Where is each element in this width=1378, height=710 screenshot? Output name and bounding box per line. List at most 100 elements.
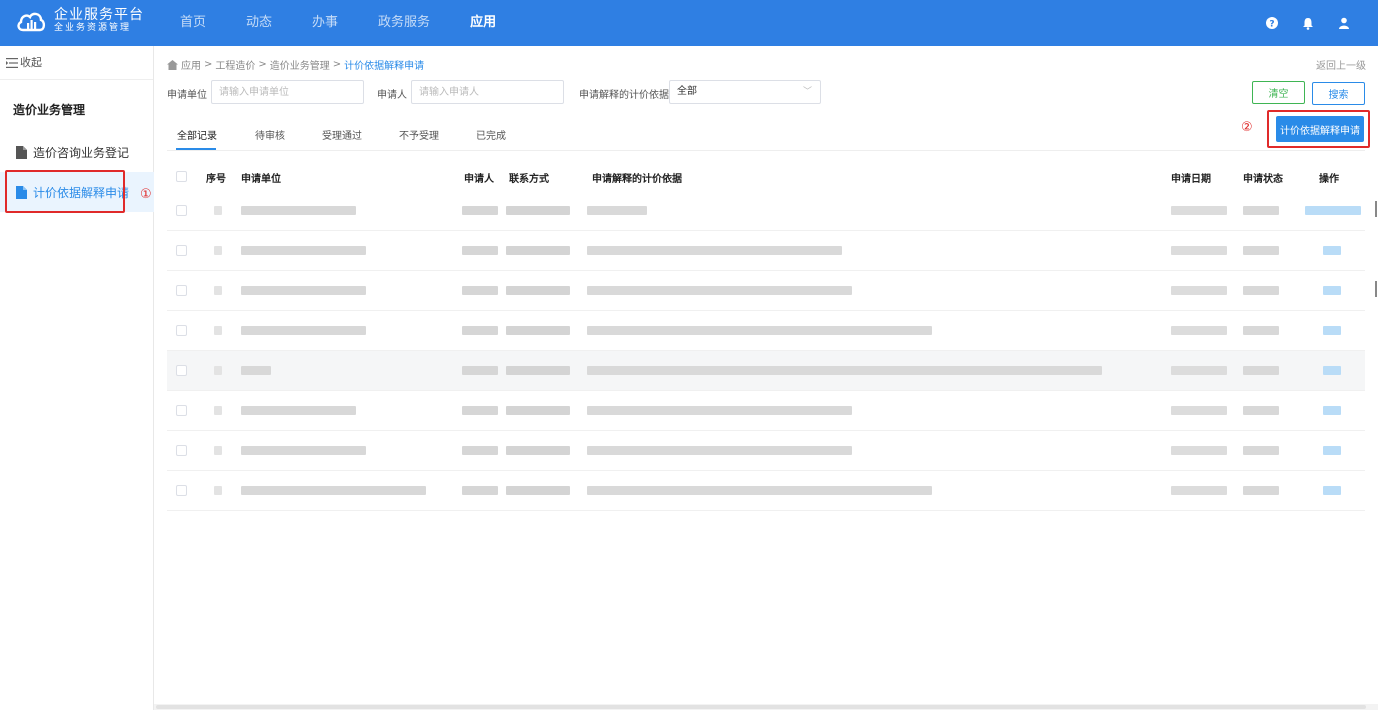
breadcrumb-item-apps[interactable]: 应用 — [181, 57, 201, 72]
annotation-1: ① — [140, 187, 152, 202]
bell-icon[interactable] — [1300, 15, 1316, 31]
row-date-redacted — [1171, 246, 1227, 255]
breadcrumb-item-current: 计价依据解释申请 — [344, 61, 425, 72]
row-contact-redacted — [506, 486, 570, 495]
highlight-box-apply — [1267, 110, 1370, 148]
table-row[interactable] — [167, 351, 1365, 391]
row-index-redacted — [214, 206, 222, 215]
home-icon — [167, 59, 178, 70]
sidebar-item-cost-consulting-registration[interactable]: 造价咨询业务登记 — [0, 132, 154, 172]
top-header: 企业服务平台 全业务资源管理 首页 动态 办事 政务服务 应用 ? — [0, 0, 1378, 46]
applicant-input[interactable] — [411, 80, 564, 104]
table-row[interactable] — [167, 231, 1365, 271]
table-row[interactable] — [167, 311, 1365, 351]
nav-services[interactable]: 办事 — [312, 0, 338, 46]
tab-completed[interactable]: 已完成 — [476, 127, 506, 142]
breadcrumb-separator: > — [258, 59, 267, 70]
row-checkbox[interactable] — [176, 245, 187, 256]
logo[interactable]: 企业服务平台 全业务资源管理 — [16, 8, 144, 36]
sidebar-section-title: 造价业务管理 — [13, 103, 86, 117]
help-icon[interactable]: ? — [1264, 15, 1280, 31]
horizontal-scrollbar[interactable] — [154, 704, 1378, 710]
row-action-link[interactable] — [1323, 446, 1341, 455]
breadcrumb-item-cost-business[interactable]: 造价业务管理 — [270, 57, 330, 72]
search-button[interactable]: 搜索 — [1312, 82, 1365, 105]
row-applicant-redacted — [462, 366, 498, 375]
col-contact: 联系方式 — [509, 174, 549, 185]
collapse-toggle[interactable]: 收起 — [0, 46, 153, 80]
sidebar-item-label: 造价咨询业务登记 — [33, 145, 130, 160]
scroll-marker — [1375, 281, 1377, 297]
menu-collapse-icon — [6, 57, 18, 68]
row-contact-redacted — [506, 246, 570, 255]
tab-accepted[interactable]: 受理通过 — [322, 127, 362, 142]
sidebar: 收起 造价业务管理 造价咨询业务登记 计价依据解释申请 — [0, 46, 154, 710]
row-action-link[interactable] — [1323, 326, 1341, 335]
row-checkbox[interactable] — [176, 285, 187, 296]
row-unit-redacted — [241, 246, 366, 255]
row-action-link[interactable] — [1323, 246, 1341, 255]
row-checkbox[interactable] — [176, 365, 187, 376]
nav-news[interactable]: 动态 — [246, 0, 272, 46]
active-tab-indicator — [176, 148, 216, 150]
back-link[interactable]: 返回上一级 — [1316, 57, 1366, 72]
row-applicant-redacted — [462, 326, 498, 335]
document-icon — [16, 145, 27, 159]
scrollbar-thumb[interactable] — [156, 705, 1366, 709]
row-action-link[interactable] — [1305, 206, 1361, 215]
row-status-redacted — [1243, 366, 1279, 375]
row-action-link[interactable] — [1323, 406, 1341, 415]
nav-apps[interactable]: 应用 — [470, 0, 496, 46]
applicant-label: 申请人 — [377, 90, 407, 101]
clear-button[interactable]: 清空 — [1252, 81, 1305, 104]
unit-label: 申请单位 — [167, 90, 207, 101]
row-basis-redacted — [587, 446, 852, 455]
row-contact-redacted — [506, 326, 570, 335]
select-all-checkbox[interactable] — [176, 171, 187, 182]
row-action-link[interactable] — [1323, 366, 1341, 375]
row-action-link[interactable] — [1323, 486, 1341, 495]
table-row[interactable] — [167, 391, 1365, 431]
unit-input[interactable] — [211, 80, 364, 104]
row-status-redacted — [1243, 246, 1279, 255]
basis-select[interactable]: 全部 ﹀ — [669, 80, 821, 104]
row-date-redacted — [1171, 286, 1227, 295]
row-status-redacted — [1243, 286, 1279, 295]
annotation-2: ② — [1241, 120, 1253, 135]
row-index-redacted — [214, 326, 222, 335]
row-checkbox[interactable] — [176, 405, 187, 416]
table-row[interactable] — [167, 271, 1365, 311]
tab-rejected[interactable]: 不予受理 — [399, 127, 439, 142]
row-applicant-redacted — [462, 206, 498, 215]
collapse-label: 收起 — [20, 55, 42, 69]
row-checkbox[interactable] — [176, 205, 187, 216]
user-icon[interactable] — [1336, 15, 1352, 31]
nav-home[interactable]: 首页 — [180, 0, 206, 46]
row-checkbox[interactable] — [176, 445, 187, 456]
col-date: 申请日期 — [1171, 174, 1211, 185]
breadcrumb-separator: > — [204, 59, 213, 70]
basis-select-value: 全部 — [677, 86, 697, 97]
row-index-redacted — [214, 406, 222, 415]
col-applicant: 申请人 — [464, 174, 494, 185]
row-index-redacted — [214, 366, 222, 375]
table-row[interactable] — [167, 431, 1365, 471]
tab-all-records[interactable]: 全部记录 — [177, 127, 217, 142]
col-basis: 申请解释的计价依据 — [592, 174, 682, 185]
row-basis-redacted — [587, 246, 842, 255]
table-row[interactable] — [167, 471, 1365, 511]
row-date-redacted — [1171, 446, 1227, 455]
breadcrumb-item-engineering-cost[interactable]: 工程造价 — [215, 57, 255, 72]
row-date-redacted — [1171, 206, 1227, 215]
row-action-link[interactable] — [1323, 286, 1341, 295]
tab-pending-review[interactable]: 待审核 — [255, 127, 285, 142]
row-applicant-redacted — [462, 406, 498, 415]
row-checkbox[interactable] — [176, 485, 187, 496]
basis-label: 申请解释的计价依据 — [579, 90, 669, 101]
nav-gov-services[interactable]: 政务服务 — [378, 0, 430, 46]
row-checkbox[interactable] — [176, 325, 187, 336]
row-contact-redacted — [506, 446, 570, 455]
table-row[interactable] — [167, 191, 1365, 231]
row-contact-redacted — [506, 286, 570, 295]
row-basis-redacted — [587, 206, 647, 215]
